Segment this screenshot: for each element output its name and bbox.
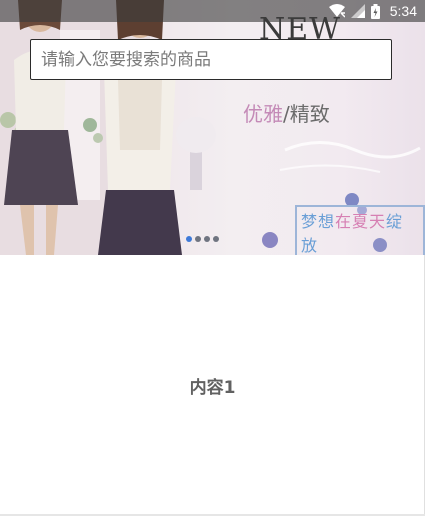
banner-tagline: 梦想在夏天绽放	[295, 205, 425, 255]
carousel-indicator	[186, 236, 219, 242]
carousel-dot-4[interactable]	[213, 236, 219, 242]
banner-subtitle-rest: /精致	[283, 102, 330, 126]
search-input[interactable]	[30, 39, 392, 80]
content-panel: 内容1	[0, 255, 425, 516]
carousel-dot-2[interactable]	[195, 236, 201, 242]
carousel-dot-3[interactable]	[204, 236, 210, 242]
banner-subtitle: 优雅/精致	[243, 98, 330, 127]
status-icons: 5:34	[328, 0, 417, 22]
banner-tagline-accent: 在夏天	[335, 212, 387, 231]
banner-tagline-a: 梦想	[301, 212, 336, 231]
wifi-icon	[328, 4, 345, 18]
content-label: 内容1	[189, 378, 236, 398]
cell-signal-icon	[350, 4, 365, 18]
banner-subtitle-accent: 优雅	[243, 102, 283, 126]
status-bar: 5:34	[0, 0, 425, 22]
status-time: 5:34	[389, 3, 417, 19]
battery-icon	[370, 3, 380, 19]
carousel-dot-1[interactable]	[186, 236, 192, 242]
